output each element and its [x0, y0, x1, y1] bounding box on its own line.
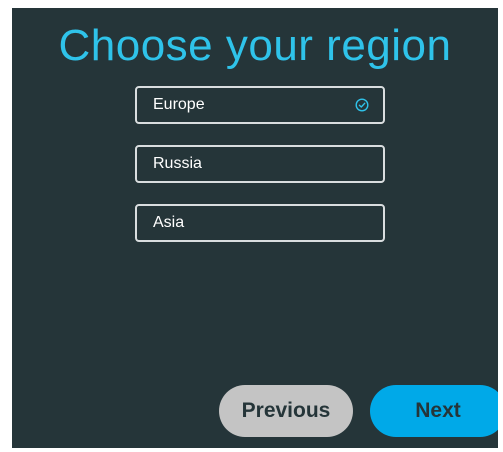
check-circle-icon [355, 98, 369, 112]
region-option-label: Russia [153, 155, 202, 172]
previous-button[interactable]: Previous [219, 385, 353, 437]
region-screen: Choose your region Europe Russia Asia Pr… [12, 8, 498, 448]
region-option-europe[interactable]: Europe [135, 86, 385, 124]
region-option-russia[interactable]: Russia [135, 145, 385, 183]
page-title: Choose your region [58, 21, 452, 70]
region-option-asia[interactable]: Asia [135, 204, 385, 242]
next-button[interactable]: Next [370, 385, 498, 437]
region-option-label: Asia [153, 214, 185, 231]
region-option-label: Europe [153, 96, 205, 113]
